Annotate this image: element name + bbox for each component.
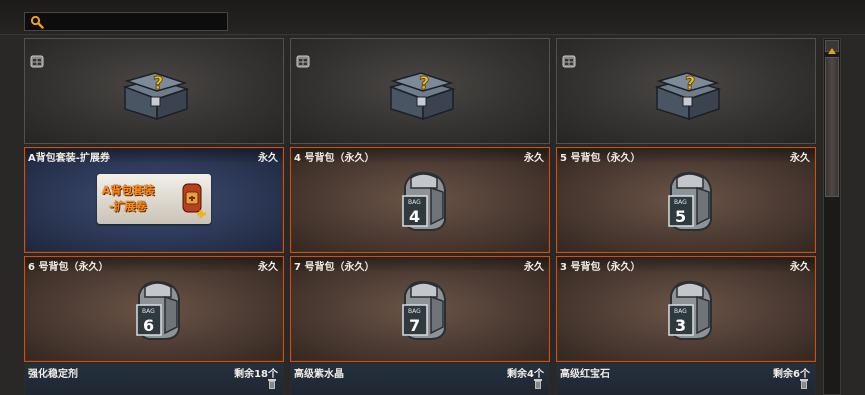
svg-text:?: ?	[419, 73, 429, 94]
chest-icon: ?	[654, 72, 722, 121]
item-name: 强化稳定剂	[28, 369, 78, 380]
item-name: 6 号背包（永久）	[28, 262, 109, 273]
bag-icon: BAG 4	[402, 171, 446, 231]
bag-icon: BAG 7	[402, 280, 446, 340]
item-card[interactable]: 高级紫水晶 剩余4个	[290, 363, 550, 395]
item-card[interactable]: 7 号背包（永久） 永久 BAG 7	[290, 256, 550, 362]
backpack-icon	[182, 183, 206, 218]
search-input[interactable]	[47, 14, 227, 31]
scrollbar[interactable]	[823, 38, 841, 395]
item-duration: 永久	[258, 153, 278, 164]
bag-label: BAG	[408, 308, 421, 315]
chest-icon: ?	[122, 72, 190, 121]
item-card[interactable]: 高级红宝石 剩余6个	[556, 363, 816, 395]
item-name: A背包套装-扩展券	[28, 153, 110, 164]
bag-icon: BAG 3	[668, 280, 712, 340]
chest-card[interactable]: ?	[290, 38, 550, 144]
item-card[interactable]: 3 号背包（永久） 永久 BAG 3	[556, 256, 816, 362]
scroll-up-button[interactable]	[825, 40, 839, 54]
bag-number: 4	[409, 207, 420, 226]
item-duration: 永久	[790, 153, 810, 164]
trash-icon[interactable]	[799, 378, 809, 389]
item-duration: 永久	[258, 262, 278, 273]
bag-label: BAG	[674, 308, 687, 315]
chest-icon: ?	[388, 72, 456, 121]
item-card[interactable]: 6 号背包（永久） 永久 BAG 6	[24, 256, 284, 362]
item-duration: 永久	[524, 153, 544, 164]
bag-icon: BAG 6	[136, 280, 180, 340]
bag-number: 7	[409, 316, 420, 335]
item-duration: 永久	[790, 262, 810, 273]
bag-number: 5	[675, 207, 686, 226]
svg-text:?: ?	[153, 73, 163, 94]
item-name: 4 号背包（永久）	[294, 153, 375, 164]
lock-icon	[296, 55, 310, 68]
inventory-grid: ? ? ? A背包套装-扩展券 永久 A背包套装 -扩展卷 4 号背包（永久） …	[24, 38, 816, 395]
arrow-up-icon	[828, 48, 836, 54]
item-name: 3 号背包（永久）	[560, 262, 641, 273]
item-card[interactable]: 强化稳定剂 剩余18个	[24, 363, 284, 395]
promo-line1: A背包套装	[102, 184, 155, 197]
top-bar	[0, 0, 865, 35]
item-duration: 永久	[524, 262, 544, 273]
item-card[interactable]: 4 号背包（永久） 永久 BAG 4	[290, 147, 550, 253]
search-box[interactable]	[24, 12, 228, 31]
item-name: 5 号背包（永久）	[560, 153, 641, 164]
scroll-thumb[interactable]	[825, 57, 839, 197]
search-icon	[30, 15, 44, 29]
promo-line2: -扩展卷	[109, 200, 147, 213]
expansion-coupon-icon: A背包套装 -扩展卷	[97, 174, 211, 224]
chest-card[interactable]: ?	[556, 38, 816, 144]
bag-icon: BAG 5	[668, 171, 712, 231]
item-card[interactable]: 5 号背包（永久） 永久 BAG 5	[556, 147, 816, 253]
bag-number: 3	[675, 316, 686, 335]
item-name: 高级红宝石	[560, 369, 610, 380]
svg-text:?: ?	[685, 73, 695, 94]
item-name: 高级紫水晶	[294, 369, 344, 380]
bag-label: BAG	[408, 199, 421, 206]
bag-number: 6	[143, 316, 154, 335]
bag-label: BAG	[142, 308, 155, 315]
bag-label: BAG	[674, 199, 687, 206]
item-name: 7 号背包（永久）	[294, 262, 375, 273]
item-card[interactable]: A背包套装-扩展券 永久 A背包套装 -扩展卷	[24, 147, 284, 253]
chest-card[interactable]: ?	[24, 38, 284, 144]
trash-icon[interactable]	[533, 378, 543, 389]
lock-icon	[562, 55, 576, 68]
lock-icon	[30, 55, 44, 68]
trash-icon[interactable]	[267, 378, 277, 389]
